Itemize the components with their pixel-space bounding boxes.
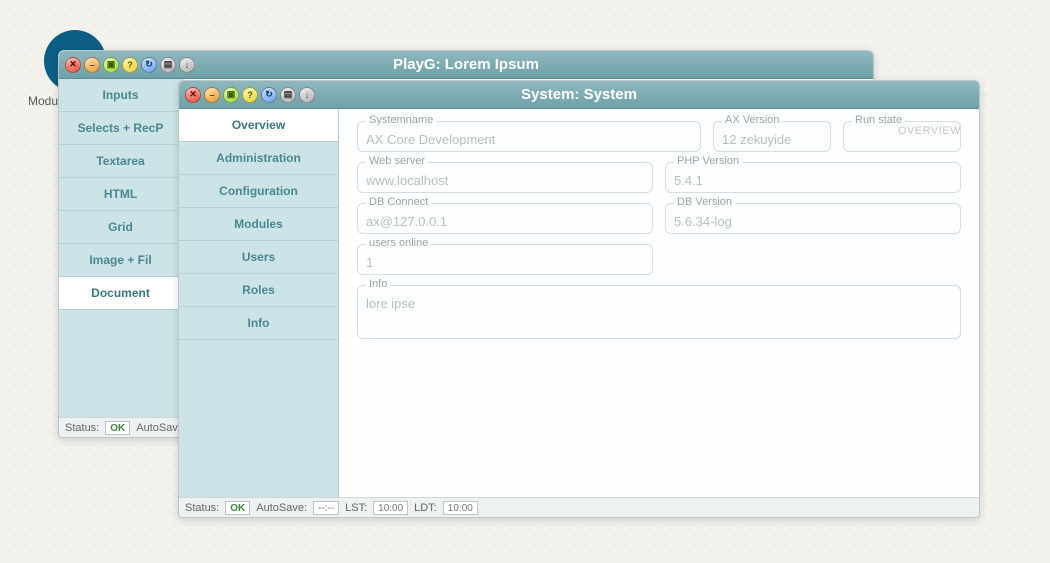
sidebar: Inputs Selects + RecP Textarea HTML Grid… [59,79,183,417]
sidebar-item-grid[interactable]: Grid [59,211,182,244]
titlebar[interactable]: ✕ – ▣ ? ↻ ▤ ↓ PlayG: Lorem Ipsum [59,51,873,79]
field-run-state: Run state [843,121,961,152]
refresh-icon[interactable]: ↻ [141,57,157,73]
refresh-icon[interactable]: ↻ [261,87,277,103]
download-icon[interactable]: ↓ [299,87,315,103]
download-icon[interactable]: ↓ [179,57,195,73]
field-value: 12 zekuyide [722,132,822,147]
list-icon[interactable]: ▤ [160,57,176,73]
close-icon[interactable]: ✕ [185,87,201,103]
field-db-connect: DB Connect ax@127.0.0.1 [357,203,653,234]
field-info: Info lore ipse [357,285,961,339]
sidebar-item-textarea[interactable]: Textarea [59,145,182,178]
field-value: www.localhost [366,173,644,188]
field-label: AX Version [722,114,782,126]
cut-label: Modu [28,94,58,108]
field-db-version: DB Version 5.6.34-log [665,203,961,234]
sidebar-item-overview[interactable]: Overview [179,109,338,142]
titlebar[interactable]: ✕ – ▣ ? ↻ ▤ ↓ System: System [179,81,979,109]
field-label: Run state [852,114,905,126]
help-icon[interactable]: ? [242,87,258,103]
field-value: 1 [366,255,644,270]
field-value: AX Core Development [366,132,692,147]
autosave-label: AutoSav [136,422,178,434]
field-label: DB Version [674,196,735,208]
field-value: 5.4.1 [674,173,952,188]
sidebar-item-users[interactable]: Users [179,241,338,274]
field-value: ax@127.0.0.1 [366,214,644,229]
statusbar: Status: OK AutoSave: --:-- LST: 10:00 LD… [179,497,979,517]
sidebar: Overview Administration Configuration Mo… [179,109,339,497]
minimize-icon[interactable]: – [84,57,100,73]
status-value: OK [225,501,250,515]
field-label: Systemname [366,114,436,126]
field-label: users online [366,237,431,249]
autosave-label: AutoSave: [256,502,307,514]
sidebar-item-html[interactable]: HTML [59,178,182,211]
field-value: 5.6.34-log [674,214,952,229]
sidebar-item-administration[interactable]: Administration [179,142,338,175]
lst-label: LST: [345,502,367,514]
minimize-icon[interactable]: – [204,87,220,103]
help-icon[interactable]: ? [122,57,138,73]
close-icon[interactable]: ✕ [65,57,81,73]
sidebar-item-configuration[interactable]: Configuration [179,175,338,208]
field-php-version: PHP Version 5.4.1 [665,162,961,193]
autosave-value: --:-- [313,501,339,515]
field-value: lore ipse [366,296,952,311]
status-value: OK [105,421,130,435]
main-content: OVERVIEW Systemname AX Core Development … [339,109,979,497]
window-system: ✕ – ▣ ? ↻ ▤ ↓ System: System Overview Ad… [178,80,980,518]
sidebar-item-roles[interactable]: Roles [179,274,338,307]
field-systemname: Systemname AX Core Development [357,121,701,152]
status-label: Status: [65,422,99,434]
sidebar-item-info[interactable]: Info [179,307,338,340]
list-icon[interactable]: ▤ [280,87,296,103]
ldt-value: 10:00 [443,501,478,515]
ldt-label: LDT: [414,502,437,514]
field-label: DB Connect [366,196,431,208]
field-label: Info [366,278,390,290]
save-icon[interactable]: ▣ [223,87,239,103]
sidebar-item-inputs[interactable]: Inputs [59,79,182,112]
sidebar-item-image[interactable]: Image + Fil [59,244,182,277]
field-ax-version: AX Version 12 zekuyide [713,121,831,152]
sidebar-item-modules[interactable]: Modules [179,208,338,241]
field-users-online: users online 1 [357,244,653,275]
sidebar-item-selects[interactable]: Selects + RecP [59,112,182,145]
field-label: PHP Version [674,155,742,167]
field-label: Web server [366,155,428,167]
field-web-server: Web server www.localhost [357,162,653,193]
lst-value: 10:00 [373,501,408,515]
save-icon[interactable]: ▣ [103,57,119,73]
status-label: Status: [185,502,219,514]
sidebar-item-document[interactable]: Document [59,277,182,310]
